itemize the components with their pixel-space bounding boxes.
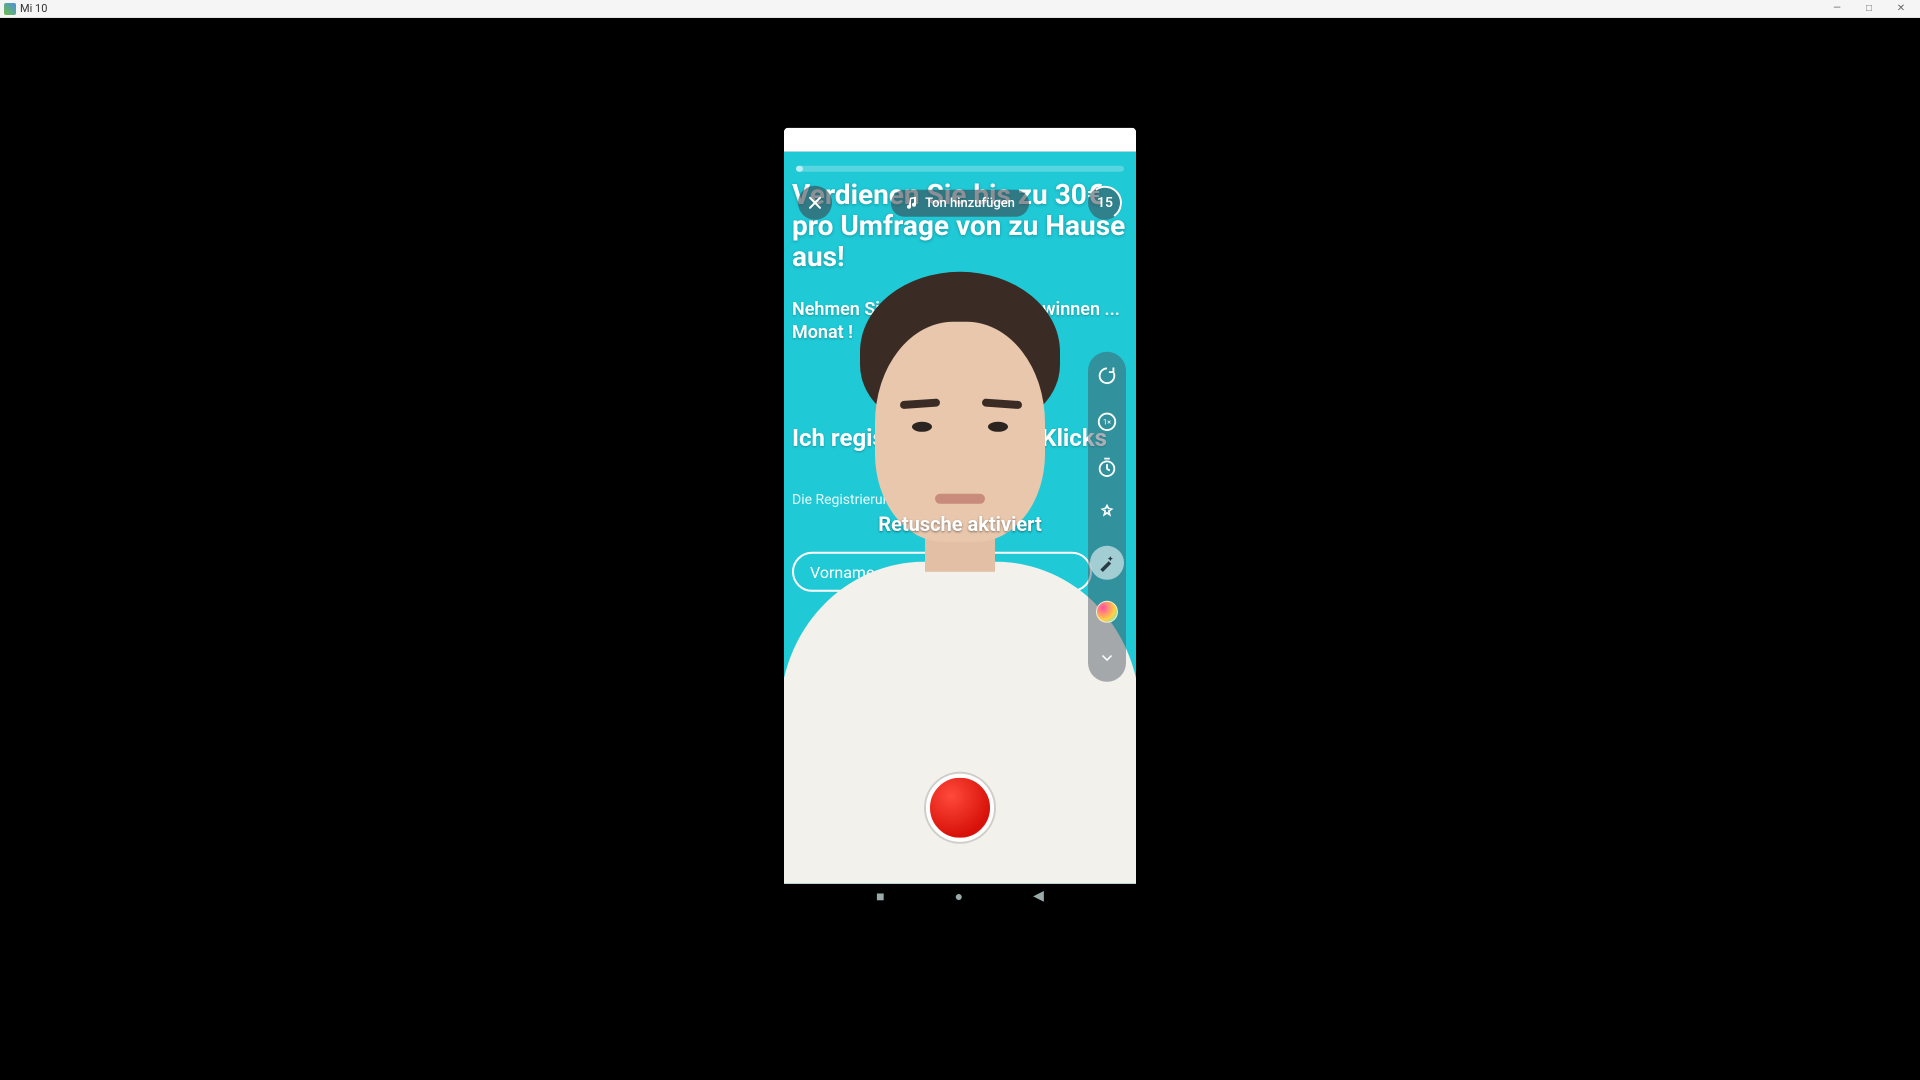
close-icon [807,195,823,211]
speed-button[interactable]: 1× [1093,408,1121,436]
promo-subtext: Nehmen Sie an Umfragen ... gewinnen ... … [792,298,1128,345]
music-note-icon [905,196,919,210]
speed-1x-icon: 1× [1096,411,1118,433]
expand-tools-button[interactable] [1093,644,1121,672]
timer-icon [1096,457,1118,479]
magic-icon [1097,553,1117,573]
firstname-input[interactable]: Vorname [792,552,1092,592]
flip-camera-icon [1096,365,1118,387]
beauty-icon [1096,503,1118,525]
countdown-value: 15 [1097,195,1113,211]
close-button[interactable] [798,186,832,220]
window-close-button[interactable]: ✕ [1886,1,1916,17]
camera-tools-panel: 1× [1088,352,1126,682]
recording-progress [796,166,1124,172]
camera-app: Verdienen Sie bis zu 30€ pro Umfrage von… [784,152,1136,884]
add-sound-button[interactable]: Ton hinzufügen [891,189,1029,216]
screen-mirror-stage: Verdienen Sie bis zu 30€ pro Umfrage von… [0,18,1920,1080]
svg-text:1×: 1× [1103,418,1111,427]
android-navbar: ■ ● ◀ [784,884,1136,908]
firstname-placeholder: Vorname [810,562,874,581]
record-button[interactable] [926,774,994,842]
nav-back-button[interactable]: ◀ [1033,888,1044,904]
retouch-button[interactable] [1090,546,1124,580]
promo-small-text: Die Registrierung [792,492,898,508]
nav-home-button[interactable]: ● [955,887,963,904]
countdown-timer[interactable]: 15 [1088,186,1122,220]
filters-button[interactable] [1093,598,1121,626]
timer-button[interactable] [1093,454,1121,482]
window-maximize-button[interactable]: □ [1854,1,1884,17]
beauty-button[interactable] [1093,500,1121,528]
promo-cta-text: Ich registriere ... nigen Klicks [792,424,1128,453]
app-icon [4,3,16,15]
filters-icon [1096,601,1118,623]
phone-statusbar [784,128,1136,152]
window-title: Mi 10 [20,2,47,15]
nav-recent-button[interactable]: ■ [876,887,884,904]
window-minimize-button[interactable]: — [1822,1,1852,17]
add-sound-label: Ton hinzufügen [925,195,1015,210]
phone-screen: Verdienen Sie bis zu 30€ pro Umfrage von… [784,128,1136,908]
toast-message: Retusche aktiviert [878,512,1042,536]
chevron-down-icon [1098,649,1116,667]
flip-camera-button[interactable] [1093,362,1121,390]
window-titlebar: Mi 10 — □ ✕ [0,0,1920,18]
